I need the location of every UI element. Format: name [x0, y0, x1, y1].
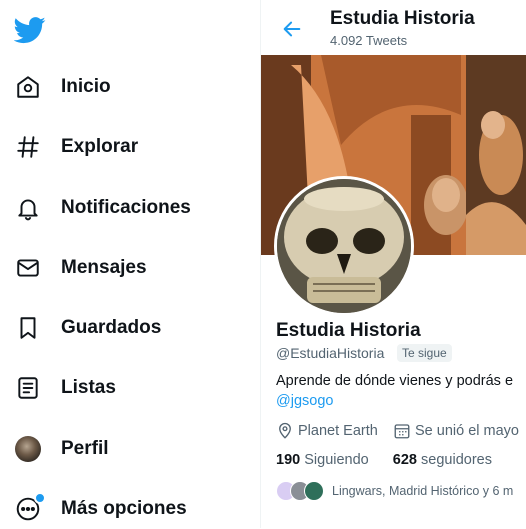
tweet-count: 4.092 Tweets — [330, 33, 408, 48]
location-text: Planet Earth — [298, 423, 378, 439]
profile-location: Planet Earth — [276, 422, 378, 440]
page-title: Estudia Historia — [330, 8, 475, 29]
joined-text: Se unió el mayo — [415, 423, 519, 439]
more-circle-icon — [14, 492, 46, 523]
sidebar-item-label: Inicio — [61, 76, 111, 97]
following-label: Siguiendo — [304, 452, 369, 468]
sidebar-item-label: Mensajes — [61, 257, 147, 278]
list-icon — [14, 374, 42, 402]
notification-dot — [34, 492, 46, 504]
known-followers-text: Lingwars, Madrid Histórico y 6 m — [332, 484, 514, 498]
known-followers[interactable]: Lingwars, Madrid Histórico y 6 m — [276, 481, 513, 501]
profile-header: Estudia Historia 4.092 Tweets — [261, 0, 526, 55]
bio-mention-link[interactable]: @jgsogo — [276, 393, 333, 409]
sidebar-item-inicio[interactable]: Inicio — [14, 67, 111, 107]
sidebar-item-guardados[interactable]: Guardados — [14, 308, 161, 348]
sidebar-item-listas[interactable]: Listas — [14, 368, 116, 408]
back-arrow-icon[interactable] — [281, 18, 303, 40]
skull-image — [277, 179, 411, 313]
sidebar-item-label: Listas — [61, 377, 116, 398]
followers-count: 628 — [392, 452, 417, 468]
followers-link[interactable]: 628 seguidores — [393, 452, 492, 468]
sidebar-item-mensajes[interactable]: Mensajes — [14, 248, 147, 288]
sidebar-item-explorar[interactable]: Explorar — [14, 127, 138, 167]
followers-label: seguidores — [421, 452, 492, 468]
bookmark-icon — [14, 314, 42, 342]
follows-you-badge: Te sigue — [397, 344, 452, 362]
profile-joined: Se unió el mayo — [393, 422, 519, 440]
follow-stats: 190 Siguiendo 628 seguidores — [276, 452, 492, 468]
sidebar-item-label: Notificaciones — [61, 197, 191, 218]
sidebar-item-label: Guardados — [61, 317, 162, 338]
sidebar-item-label: Explorar — [61, 136, 139, 157]
twitter-bird-icon[interactable] — [13, 14, 46, 46]
profile-avatar[interactable] — [274, 176, 414, 316]
avatar — [15, 436, 41, 462]
hashtag-icon — [14, 133, 42, 161]
envelope-icon — [14, 254, 42, 282]
following-link[interactable]: 190 Siguiendo — [276, 452, 369, 468]
profile-bio: Aprende de dónde vienes y podrás e — [276, 373, 514, 389]
follower-avatar — [304, 481, 324, 501]
profile-handle: @EstudiaHistoria — [276, 345, 385, 361]
sidebar-item-mas-opciones[interactable]: Más opciones — [14, 489, 187, 529]
following-count: 190 — [276, 452, 301, 468]
sidebar-item-label: Más opciones — [61, 498, 187, 519]
home-icon — [14, 73, 42, 101]
location-pin-icon — [276, 422, 294, 440]
calendar-icon — [393, 422, 411, 440]
bell-icon — [14, 194, 42, 222]
profile-column: Estudia Historia 4.092 Tweets Estudia Hi… — [261, 0, 526, 528]
sidebar-item-label: Perfil — [61, 438, 109, 459]
sidebar-item-notificaciones[interactable]: Notificaciones — [14, 188, 191, 228]
profile-name: Estudia Historia — [276, 320, 421, 341]
sidebar-item-perfil[interactable]: Perfil — [14, 429, 109, 469]
sidebar: Inicio Explorar Notificaciones Mensajes … — [0, 0, 261, 528]
